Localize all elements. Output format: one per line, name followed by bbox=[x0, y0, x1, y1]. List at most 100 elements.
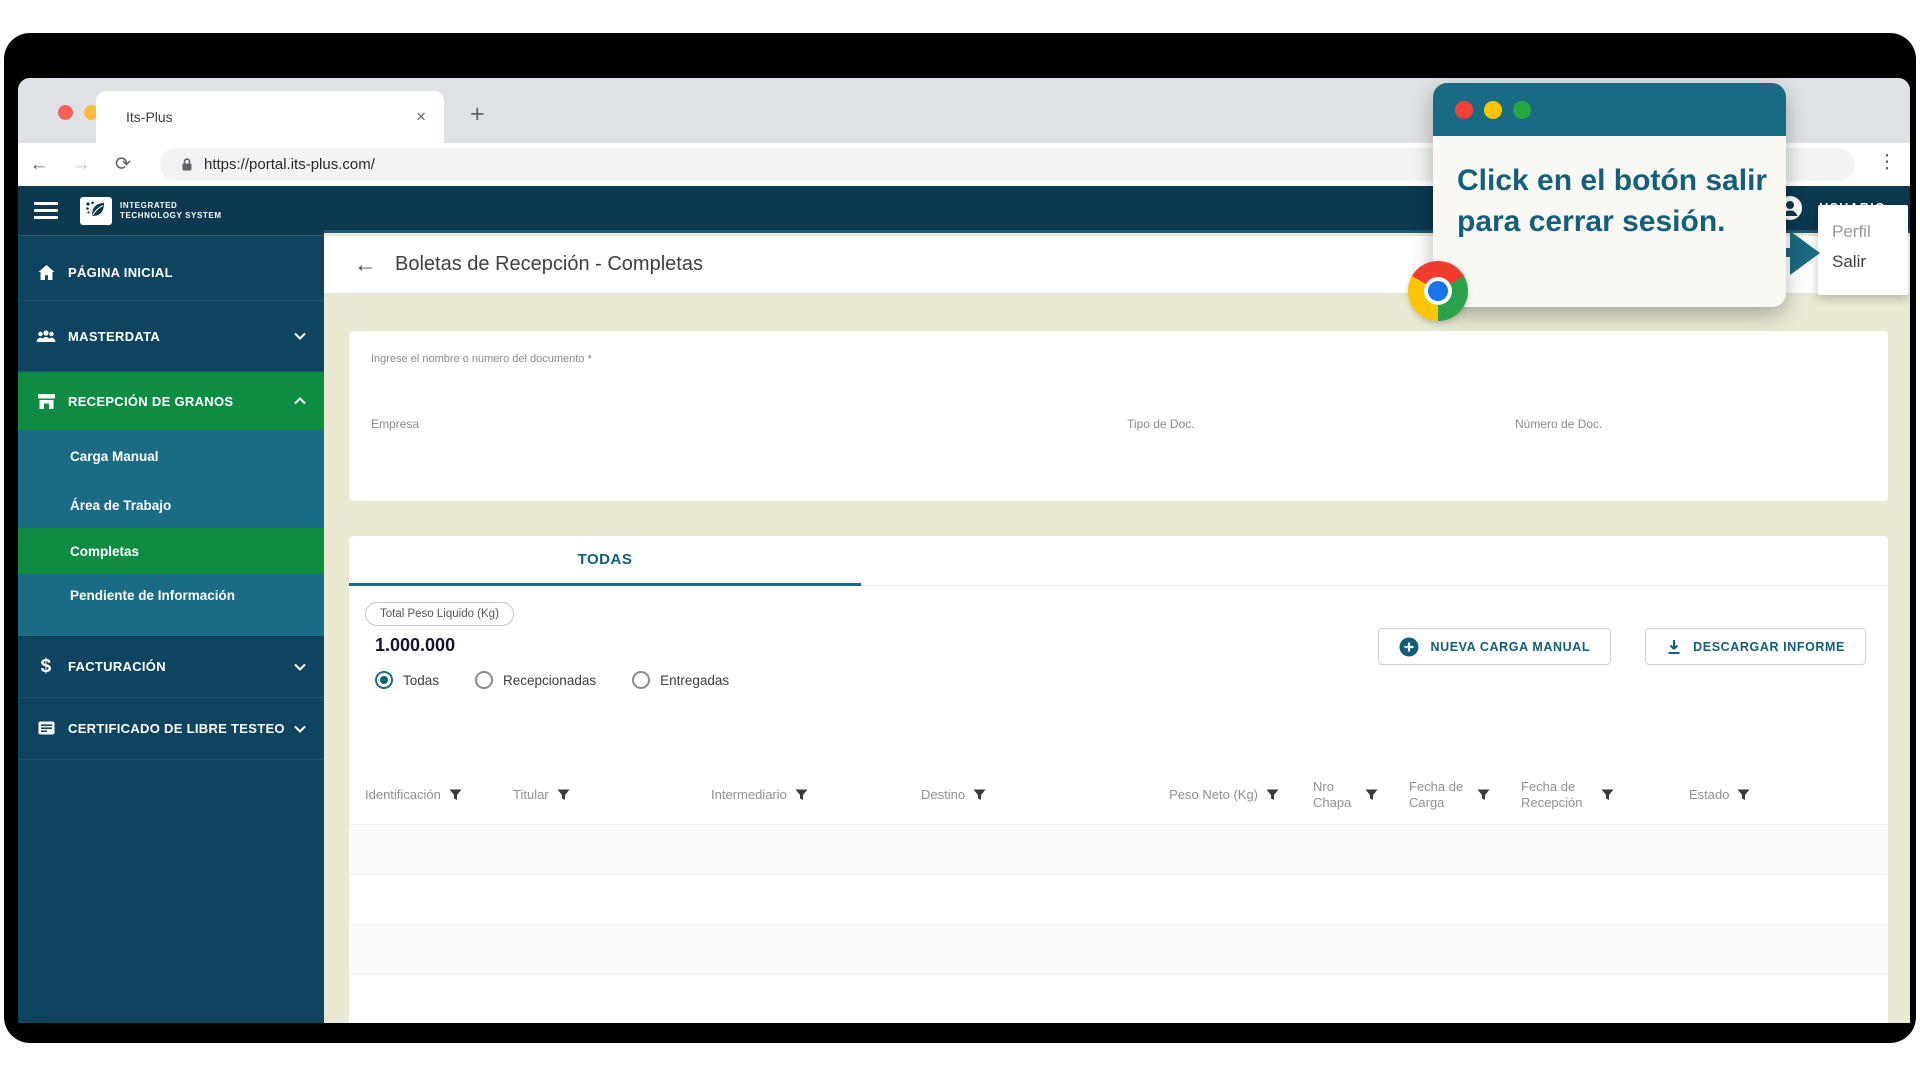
yellow-dot-icon bbox=[1484, 101, 1502, 119]
filter-radio-group: Todas Recepcionadas Entregadas bbox=[375, 671, 1888, 689]
sidebar-item-masterdata[interactable]: MASTERDATA bbox=[18, 301, 324, 372]
radio-selected-icon bbox=[375, 671, 393, 689]
search-form-panel: Ingrese el nombre o numero del documento… bbox=[349, 331, 1888, 501]
document-icon bbox=[34, 721, 58, 736]
column-estado: Estado bbox=[1689, 787, 1872, 803]
radio-label: Todas bbox=[403, 673, 439, 688]
sidebar-subitem-carga-manual[interactable]: Carga Manual bbox=[18, 430, 324, 482]
sidebar-subitem-completas[interactable]: Completas bbox=[18, 528, 324, 574]
numero-doc-field[interactable]: Número de Doc. bbox=[1515, 417, 1602, 431]
page-title: Boletas de Recepción - Completas bbox=[395, 253, 703, 276]
lock-icon bbox=[180, 157, 194, 172]
table-row[interactable] bbox=[349, 824, 1888, 874]
page-back-icon[interactable]: ← bbox=[354, 251, 377, 278]
app-viewport: USUARIO bbox=[18, 186, 1910, 1023]
filter-icon[interactable] bbox=[1737, 789, 1750, 802]
results-panel: TODAS Total Peso Liquido (Kg) 1.000.000 … bbox=[349, 536, 1888, 1023]
chevron-down-icon bbox=[294, 663, 306, 671]
sidebar-subitem-label: Pendiente de Información bbox=[70, 588, 235, 603]
sidebar-item-facturacion[interactable]: $ FACTURACIÓN bbox=[18, 636, 324, 698]
column-fecha-carga: Fecha de Carga bbox=[1409, 779, 1521, 811]
sidebar-item-label: RECEPCIÓN DE GRANOS bbox=[68, 394, 233, 409]
radio-label: Entregadas bbox=[660, 673, 729, 688]
chrome-logo-icon bbox=[1408, 261, 1468, 321]
filter-icon[interactable] bbox=[1365, 789, 1378, 802]
logo-line2: TECHNOLOGY SYSTEM bbox=[120, 211, 222, 221]
table-row[interactable] bbox=[349, 924, 1888, 974]
menu-item-salir[interactable]: Salir bbox=[1832, 247, 1908, 277]
tab-close-icon[interactable]: × bbox=[416, 107, 426, 127]
column-destino: Destino bbox=[921, 787, 1111, 803]
filter-icon[interactable] bbox=[449, 789, 462, 802]
sidebar-item-label: FACTURACIÓN bbox=[68, 659, 166, 674]
tab-title: Its-Plus bbox=[126, 109, 173, 125]
radio-label: Recepcionadas bbox=[503, 673, 596, 688]
filter-icon[interactable] bbox=[557, 789, 570, 802]
sidebar-submenu: Carga Manual Área de Trabajo Completas P… bbox=[18, 430, 324, 636]
filter-icon[interactable] bbox=[973, 789, 986, 802]
descargar-informe-button[interactable]: DESCARGAR INFORME bbox=[1645, 628, 1866, 665]
instruction-tooltip-window: Click en el botón salir para cerrar sesi… bbox=[1433, 83, 1786, 307]
table-body bbox=[349, 824, 1888, 1023]
sidebar-item-pagina-inicial[interactable]: PÁGINA INICIAL bbox=[18, 244, 324, 301]
empresa-field[interactable]: Empresa bbox=[371, 417, 419, 431]
results-tabbar: TODAS bbox=[349, 536, 1888, 586]
refresh-icon[interactable]: ⟳ bbox=[102, 153, 144, 176]
radio-entregadas[interactable]: Entregadas bbox=[632, 671, 729, 689]
column-peso-neto: Peso Neto (Kg) bbox=[1111, 787, 1287, 803]
menu-item-perfil[interactable]: Perfil bbox=[1832, 217, 1908, 247]
download-icon bbox=[1666, 639, 1682, 655]
filter-icon[interactable] bbox=[1601, 789, 1614, 802]
table-header-row: Identificación Titular Intermediario bbox=[365, 766, 1872, 824]
nueva-carga-manual-button[interactable]: NUEVA CARGA MANUAL bbox=[1378, 628, 1611, 665]
tab-todas[interactable]: TODAS bbox=[349, 536, 861, 586]
close-window-button[interactable] bbox=[58, 105, 73, 120]
sidebar-item-recepcion-de-granos[interactable]: RECEPCIÓN DE GRANOS bbox=[18, 372, 324, 430]
browser-menu-icon[interactable]: ⋮ bbox=[1874, 151, 1900, 174]
radio-unselected-icon bbox=[475, 671, 493, 689]
store-icon bbox=[34, 393, 58, 410]
column-intermediario: Intermediario bbox=[711, 787, 921, 803]
chevron-up-icon bbox=[294, 397, 306, 405]
radio-recepcionadas[interactable]: Recepcionadas bbox=[475, 671, 596, 689]
sidebar-subitem-label: Carga Manual bbox=[70, 449, 159, 464]
tooltip-titlebar bbox=[1433, 83, 1786, 136]
page-content: Ingrese el nombre o numero del documento… bbox=[324, 294, 1910, 1023]
chevron-down-icon bbox=[294, 332, 306, 340]
logo-line1: INTEGRATED bbox=[120, 201, 222, 211]
radio-unselected-icon bbox=[632, 671, 650, 689]
sidebar-subitem-pendiente-de-informacion[interactable]: Pendiente de Información bbox=[18, 574, 324, 636]
column-fecha-recepcion: Fecha de Recepción bbox=[1521, 779, 1689, 811]
document-search-field[interactable]: Ingrese el nombre o numero del documento… bbox=[371, 353, 592, 365]
users-icon bbox=[34, 329, 58, 344]
filter-icon[interactable] bbox=[1477, 789, 1490, 802]
filter-icon[interactable] bbox=[795, 789, 808, 802]
button-label: DESCARGAR INFORME bbox=[1693, 640, 1845, 654]
tipo-doc-field[interactable]: Tipo de Doc. bbox=[1127, 417, 1195, 431]
chevron-down-icon bbox=[294, 725, 306, 733]
table-row[interactable] bbox=[349, 974, 1888, 1023]
hamburger-menu-icon[interactable] bbox=[34, 202, 58, 219]
back-icon[interactable]: ← bbox=[18, 154, 60, 176]
home-icon bbox=[34, 264, 58, 281]
browser-tab[interactable]: Its-Plus × bbox=[96, 91, 444, 143]
new-tab-button[interactable]: + bbox=[470, 100, 485, 129]
tooltip-text: Click en el botón salir para cerrar sesi… bbox=[1433, 136, 1786, 242]
sidebar-item-certificado-libre-testeo[interactable]: CERTIFICADO DE LIBRE TESTEO bbox=[18, 698, 324, 760]
user-dropdown-menu: Perfil Salir bbox=[1818, 205, 1908, 295]
radio-todas[interactable]: Todas bbox=[375, 671, 439, 689]
sidebar-subitem-area-de-trabajo[interactable]: Área de Trabajo bbox=[18, 482, 324, 528]
tooltip-line2: para cerrar sesión. bbox=[1457, 201, 1786, 242]
tooltip-line1: Click en el botón salir bbox=[1457, 160, 1786, 201]
tooltip-window-dots bbox=[1455, 101, 1531, 119]
sidebar-item-label: PÁGINA INICIAL bbox=[68, 265, 173, 280]
filter-icon[interactable] bbox=[1266, 789, 1279, 802]
forward-icon[interactable]: → bbox=[60, 154, 102, 176]
action-buttons: NUEVA CARGA MANUAL DESCARGAR INFORME bbox=[1378, 628, 1866, 665]
url-text: https://portal.its-plus.com/ bbox=[204, 156, 375, 173]
red-dot-icon bbox=[1455, 101, 1473, 119]
table-row[interactable] bbox=[349, 874, 1888, 924]
sidebar-header: INTEGRATED TECHNOLOGY SYSTEM bbox=[18, 186, 324, 236]
green-dot-icon bbox=[1513, 101, 1531, 119]
dollar-icon: $ bbox=[34, 656, 58, 678]
